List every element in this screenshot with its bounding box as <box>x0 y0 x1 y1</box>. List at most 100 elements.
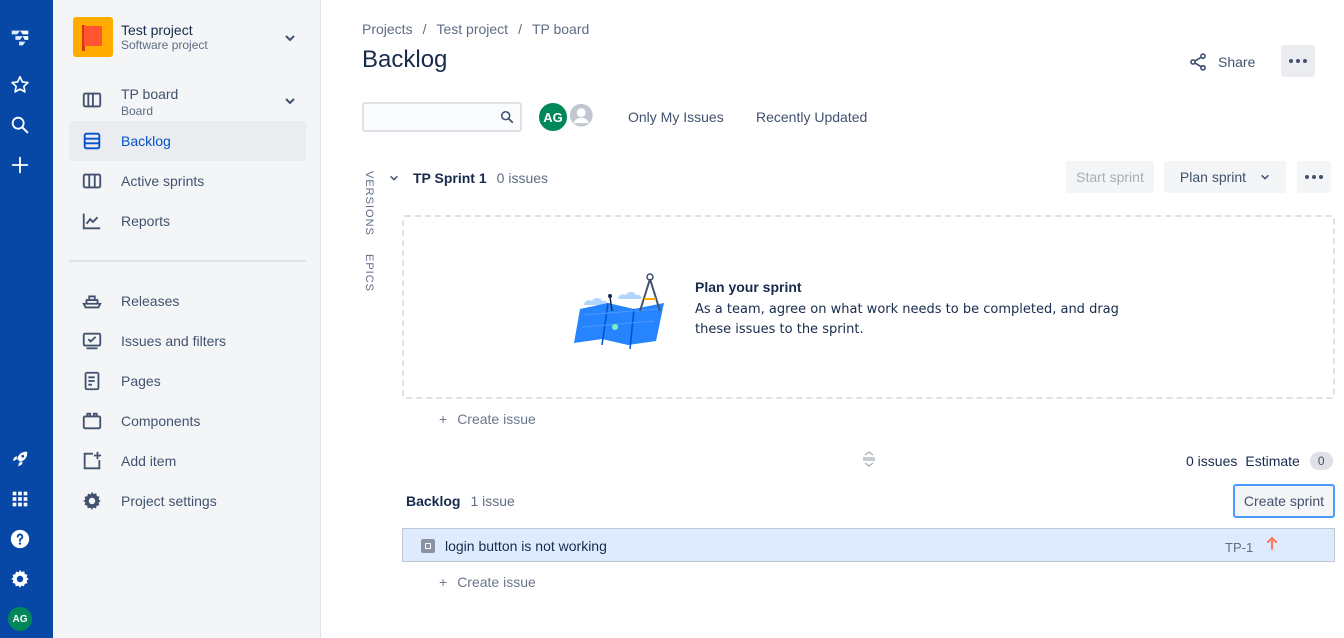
sidebar-item-label: Releases <box>121 293 180 309</box>
estimate-badge: 0 <box>1309 452 1333 470</box>
sprint-create-issue-button[interactable]: + Create issue <box>439 411 536 427</box>
epics-tab[interactable]: EPICS <box>363 254 375 292</box>
create-issue-label: Create issue <box>457 411 536 427</box>
page-icon <box>81 370 103 392</box>
jira-logo-icon[interactable] <box>8 26 32 50</box>
issue-key[interactable]: TP-1 <box>1225 540 1253 555</box>
sidebar-item-issues-and-filters[interactable]: Issues and filters <box>69 321 306 361</box>
backlog-issue-count: 1 issue <box>470 493 515 509</box>
issue-row[interactable]: login button is not working TP-1 <box>402 528 1335 562</box>
project-sidebar: Test project Software project TP board B… <box>53 0 321 638</box>
project-avatar <box>73 17 113 57</box>
assignee-avatar-ag[interactable]: AG <box>537 101 569 133</box>
chevron-down-icon <box>285 98 295 105</box>
board-name: TP board <box>121 86 179 102</box>
plus-icon[interactable] <box>8 153 32 177</box>
share-icon <box>1190 53 1206 71</box>
sidebar-item-label: Components <box>121 413 201 429</box>
sidebar-item-backlog[interactable]: Backlog <box>69 121 306 161</box>
star-icon[interactable] <box>8 73 32 97</box>
start-sprint-button[interactable]: Start sprint <box>1066 161 1154 193</box>
board-icon <box>81 89 103 111</box>
sprint-issue-count: 0 issues <box>496 170 549 186</box>
sidebar-item-reports[interactable]: Reports <box>69 201 306 241</box>
empty-sprint-description: As a team, agree on what work needs to b… <box>695 302 1119 337</box>
breadcrumb: Projects / Test project / TP board <box>362 21 589 37</box>
quick-filter-only-my-issues[interactable]: Only My Issues <box>628 109 724 125</box>
project-name: Test project <box>121 22 193 38</box>
app-grid-icon[interactable] <box>8 487 32 511</box>
sprint-more-button[interactable] <box>1297 161 1331 193</box>
breadcrumb-board[interactable]: TP board <box>532 21 589 37</box>
chevron-down-icon <box>1261 174 1269 180</box>
user-avatar[interactable]: AG <box>8 607 32 631</box>
backlog-estimate-summary: 0 issues Estimate 0 <box>1186 452 1333 470</box>
create-sprint-button[interactable]: Create sprint <box>1233 484 1335 518</box>
breadcrumb-separator: / <box>422 21 427 37</box>
page-more-button[interactable] <box>1281 45 1315 77</box>
sidebar-item-components[interactable]: Components <box>69 401 306 441</box>
sprint-name: TP Sprint 1 <box>413 170 487 186</box>
add-item-icon <box>81 450 103 472</box>
versions-tab[interactable]: VERSIONS <box>363 171 375 236</box>
chevron-down-icon[interactable] <box>389 173 399 183</box>
search-icon[interactable] <box>8 113 32 137</box>
app-root: AG Test project Software project TP boar… <box>0 0 1344 638</box>
board-type: Board <box>121 104 154 118</box>
estimate-label: Estimate <box>1245 453 1300 469</box>
quick-filter-recently-updated[interactable]: Recently Updated <box>756 109 867 125</box>
component-icon <box>81 410 103 432</box>
gear-icon[interactable] <box>8 567 32 591</box>
columns-icon <box>81 170 103 192</box>
priority-high-icon <box>1267 536 1277 550</box>
project-type: Software project <box>121 38 208 52</box>
task-type-icon <box>421 539 435 553</box>
backlog-create-issue-button[interactable]: + Create issue <box>439 574 536 590</box>
search-icon <box>500 110 514 124</box>
backlog-title: Backlog <box>406 493 461 509</box>
sidebar-item-active-sprints[interactable]: Active sprints <box>69 161 306 201</box>
plus-icon: + <box>439 574 448 590</box>
sidebar-item-project-settings[interactable]: Project settings <box>69 481 306 521</box>
sprint-planning-illustration <box>574 273 664 349</box>
sprint-header: TP Sprint 1 0 issues <box>389 170 548 186</box>
share-label: Share <box>1218 54 1256 70</box>
share-button[interactable]: Share <box>1188 50 1255 74</box>
help-icon[interactable] <box>8 527 32 551</box>
chart-icon <box>81 210 103 232</box>
sidebar-divider <box>69 260 306 262</box>
more-icon <box>1305 175 1323 179</box>
sidebar-item-label: Pages <box>121 373 161 389</box>
ship-icon <box>81 290 103 312</box>
breadcrumb-projects[interactable]: Projects <box>362 21 413 37</box>
project-switcher[interactable]: Test project Software project <box>73 17 303 57</box>
sidebar-item-releases[interactable]: Releases <box>69 281 306 321</box>
issue-summary: login button is not working <box>445 538 607 554</box>
sidebar-item-label: Project settings <box>121 493 217 509</box>
main-content: Projects / Test project / TP board Backl… <box>321 0 1344 638</box>
more-icon <box>1289 59 1307 63</box>
estimate-issue-count: 0 issues <box>1186 453 1238 469</box>
sidebar-item-label: Issues and filters <box>121 333 227 349</box>
create-issue-label: Create issue <box>457 574 536 590</box>
rocket-icon[interactable] <box>8 447 32 471</box>
settings-icon <box>81 490 103 512</box>
breadcrumb-project[interactable]: Test project <box>436 21 508 37</box>
global-nav: AG <box>0 0 53 638</box>
plan-sprint-button[interactable]: Plan sprint <box>1164 161 1286 193</box>
plan-sprint-label: Plan sprint <box>1179 169 1247 185</box>
issues-icon <box>81 330 103 352</box>
page-title: Backlog <box>362 46 448 73</box>
backlog-icon <box>81 130 103 152</box>
sprint-dropzone[interactable]: Plan your sprint As a team, agree on wha… <box>402 215 1335 399</box>
sidebar-item-label: Reports <box>121 213 171 229</box>
sidebar-item-add-item[interactable]: Add item <box>69 441 306 481</box>
empty-sprint-title: Plan your sprint <box>695 279 802 295</box>
user-placeholder-icon <box>569 103 593 127</box>
resize-handle-icon[interactable] <box>861 450 877 468</box>
chevron-down-icon <box>285 35 295 42</box>
assignee-avatar-unassigned[interactable] <box>567 101 599 133</box>
search-input[interactable] <box>362 102 522 132</box>
sidebar-item-pages[interactable]: Pages <box>69 361 306 401</box>
board-switcher[interactable]: TP board Board <box>69 80 306 120</box>
